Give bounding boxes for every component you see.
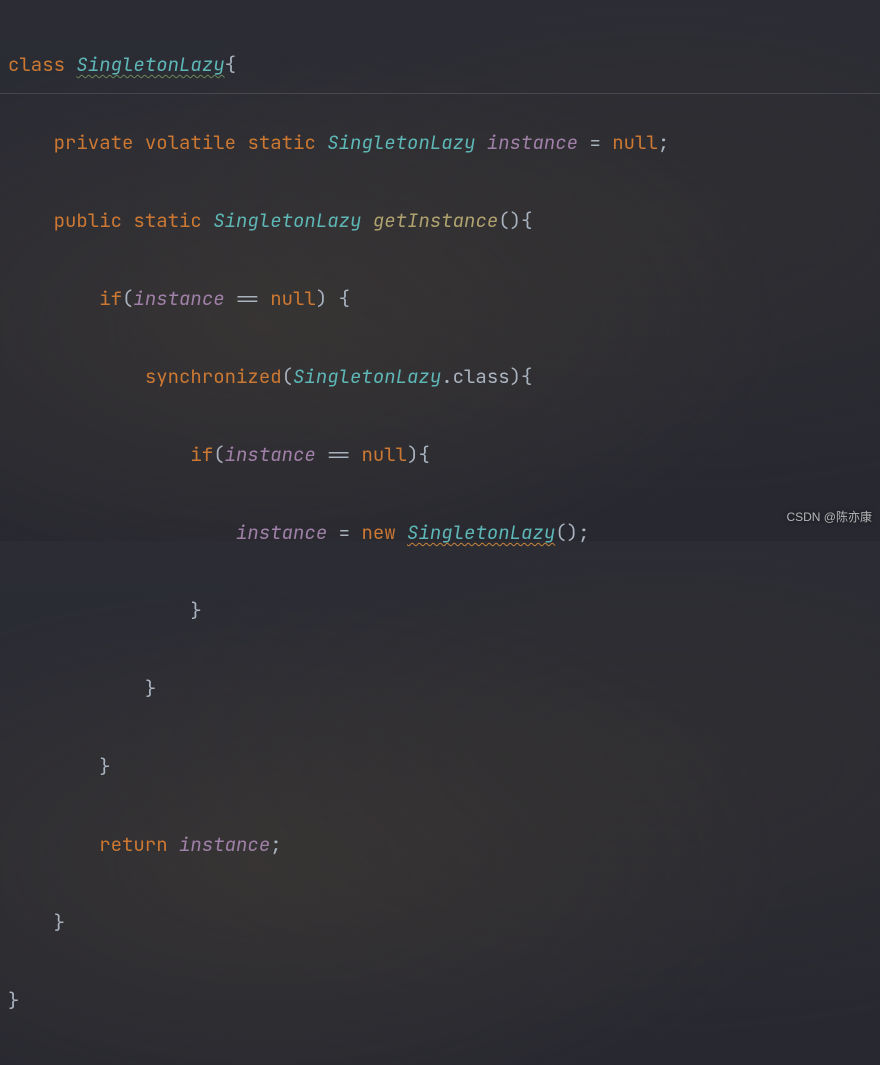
keyword-static: static bbox=[247, 130, 315, 155]
code-line: instance = new SingletonLazy(); bbox=[8, 513, 872, 552]
code-line: } bbox=[8, 903, 872, 942]
code-line: } bbox=[8, 981, 872, 1020]
keyword-public: public bbox=[54, 208, 122, 233]
literal-null: null bbox=[270, 286, 316, 311]
paren-close: ) bbox=[316, 286, 327, 311]
code-line: public static SingletonLazy getInstance(… bbox=[8, 201, 872, 240]
divider-line bbox=[0, 93, 880, 94]
keyword-if: if bbox=[190, 442, 213, 467]
watermark-text: CSDN @陈亦康 bbox=[786, 498, 872, 537]
keyword-synchronized: synchronized bbox=[145, 364, 282, 389]
class-name: SingletonLazy bbox=[76, 52, 224, 77]
op-eqeq: == bbox=[327, 442, 350, 467]
code-line: private volatile static SingletonLazy in… bbox=[8, 123, 872, 162]
brace-close: } bbox=[8, 988, 19, 1013]
brace-close: } bbox=[145, 676, 156, 701]
brace-open: { bbox=[521, 364, 532, 389]
constructor-call: SingletonLazy bbox=[407, 520, 555, 545]
type-ref: SingletonLazy bbox=[293, 364, 441, 389]
brace-open: { bbox=[521, 208, 532, 233]
literal-null: null bbox=[361, 442, 407, 467]
brace-open: { bbox=[339, 286, 350, 311]
code-line: if(instance == null){ bbox=[8, 435, 872, 474]
paren-open: ( bbox=[282, 364, 293, 389]
code-line: synchronized(SingletonLazy.class){ bbox=[8, 357, 872, 396]
code-line: } bbox=[8, 747, 872, 786]
field-instance: instance bbox=[487, 130, 578, 155]
keyword-if: if bbox=[99, 286, 122, 311]
keyword-class: class bbox=[8, 52, 65, 77]
semicolon: ; bbox=[658, 130, 669, 155]
code-line: } bbox=[8, 591, 872, 630]
type-ref: SingletonLazy bbox=[213, 208, 361, 233]
literal-null: null bbox=[612, 130, 658, 155]
method-name: getInstance bbox=[373, 208, 498, 233]
op-eqeq: == bbox=[236, 286, 259, 311]
code-line: if(instance == null) { bbox=[8, 279, 872, 318]
code-editor: class SingletonLazy{ private volatile st… bbox=[0, 0, 880, 1065]
keyword-private: private bbox=[54, 130, 134, 155]
semicolon: ; bbox=[578, 520, 589, 545]
field-instance: instance bbox=[179, 832, 270, 857]
code-line: } bbox=[8, 669, 872, 708]
brace-close: } bbox=[190, 598, 201, 623]
parens: () bbox=[555, 520, 578, 545]
brace-open: { bbox=[418, 442, 429, 467]
semicolon: ; bbox=[270, 832, 281, 857]
keyword-return: return bbox=[99, 832, 167, 857]
paren-open: ( bbox=[213, 442, 224, 467]
op-assign: = bbox=[589, 130, 600, 155]
field-instance: instance bbox=[236, 520, 327, 545]
brace-close: } bbox=[54, 910, 65, 935]
dot-class: .class bbox=[441, 364, 509, 389]
keyword-new: new bbox=[361, 520, 395, 545]
brace-open: { bbox=[225, 52, 236, 77]
code-line: class SingletonLazy{ bbox=[8, 45, 872, 84]
paren-close: ) bbox=[407, 442, 418, 467]
paren-open: ( bbox=[122, 286, 133, 311]
field-instance: instance bbox=[225, 442, 316, 467]
field-instance: instance bbox=[133, 286, 224, 311]
parens: () bbox=[498, 208, 521, 233]
paren-close: ) bbox=[510, 364, 521, 389]
type-ref: SingletonLazy bbox=[327, 130, 475, 155]
code-line: return instance; bbox=[8, 825, 872, 864]
keyword-static: static bbox=[133, 208, 201, 233]
keyword-volatile: volatile bbox=[145, 130, 236, 155]
op-assign: = bbox=[339, 520, 350, 545]
brace-close: } bbox=[99, 754, 110, 779]
